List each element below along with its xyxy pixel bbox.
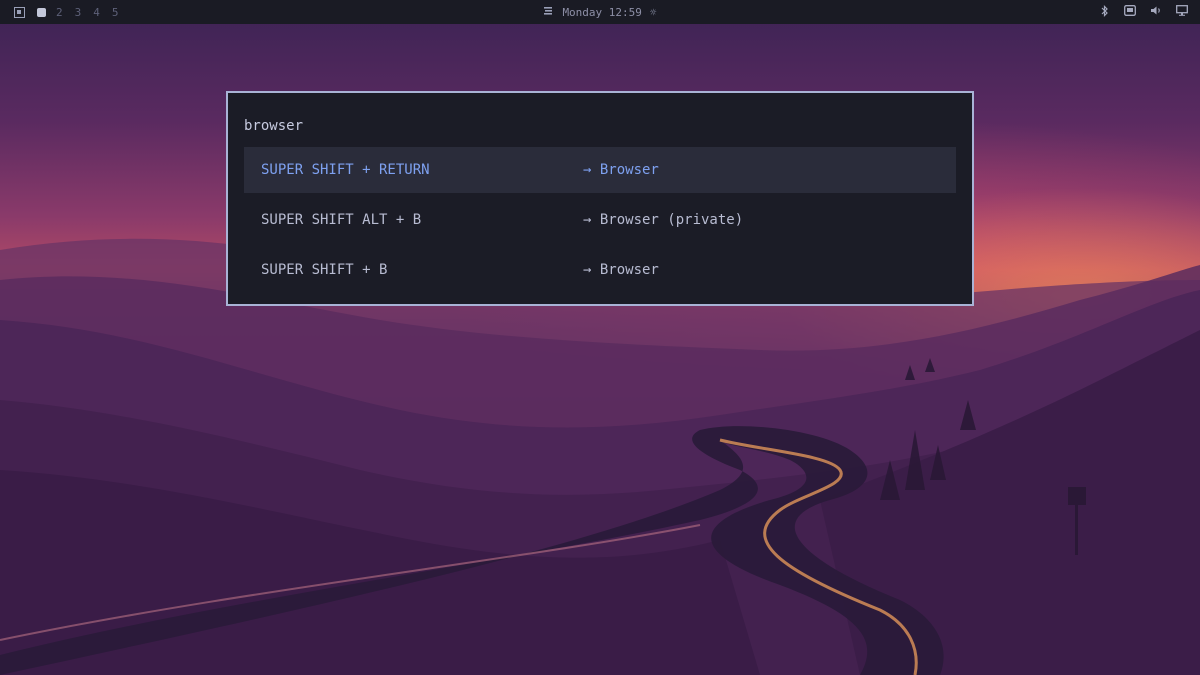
list-item[interactable]: SUPER SHIFT ALT + B → Browser (private) — [244, 197, 956, 243]
clock-text[interactable]: Monday 12:59 — [562, 6, 641, 19]
top-bar: 2 3 4 5 Monday 12:59 ☼ — [0, 0, 1200, 24]
list-item[interactable]: SUPER SHIFT + RETURN → Browser — [244, 147, 956, 193]
search-query[interactable]: browser — [244, 118, 303, 134]
keybinding-launcher: browser SUPER SHIFT + RETURN → Browser S… — [226, 91, 974, 306]
system-tray — [1100, 0, 1188, 24]
monitor-icon[interactable] — [1124, 5, 1136, 19]
bluetooth-icon[interactable] — [1100, 4, 1110, 20]
display-icon[interactable] — [1176, 5, 1188, 19]
volume-icon[interactable] — [1150, 5, 1162, 19]
action-label: → Browser — [583, 262, 659, 278]
action-label: → Browser — [583, 162, 659, 178]
weather-icon — [543, 5, 554, 19]
keybinding-label: SUPER SHIFT ALT + B — [261, 212, 422, 228]
keybinding-label: SUPER SHIFT + B — [261, 262, 388, 278]
clock-area: Monday 12:59 ☼ — [0, 0, 1200, 24]
sun-icon[interactable]: ☼ — [650, 6, 657, 19]
list-item[interactable]: SUPER SHIFT + B → Browser — [244, 247, 956, 293]
keybinding-label: SUPER SHIFT + RETURN — [261, 162, 430, 178]
action-label: → Browser (private) — [583, 212, 744, 228]
